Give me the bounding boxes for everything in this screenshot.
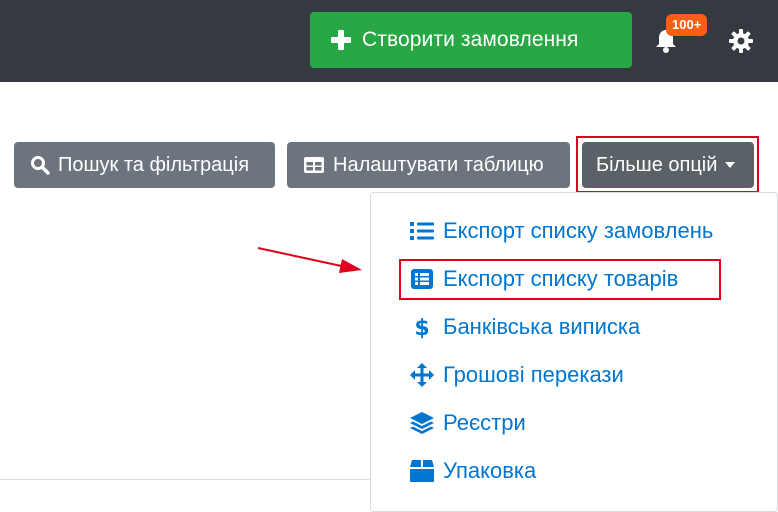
menu-item-label: Упаковка xyxy=(443,458,537,483)
highlight-box-export-goods xyxy=(399,259,721,300)
configure-table-button[interactable]: Налаштувати таблицю xyxy=(287,142,570,188)
menu-item-bank-statement[interactable]: $ Банківська виписка xyxy=(409,310,640,344)
arrows-icon xyxy=(410,363,434,387)
top-navbar: Створити замовлення 100+ xyxy=(0,0,778,82)
create-order-button[interactable]: Створити замовлення xyxy=(310,12,632,68)
search-filter-button[interactable]: Пошук та фільтрація xyxy=(14,142,275,188)
content-divider xyxy=(0,479,370,480)
menu-item-registers[interactable]: Реєстри xyxy=(409,406,526,440)
menu-item-packaging[interactable]: Упаковка xyxy=(409,454,536,488)
dollar-icon: $ xyxy=(414,316,429,340)
menu-item-label: Банківська виписка xyxy=(443,314,641,339)
plus-icon xyxy=(331,30,351,50)
create-order-label: Створити замовлення xyxy=(362,28,579,51)
menu-item-money-transfers[interactable]: Грошові перекази xyxy=(409,358,624,392)
menu-item-label: Реєстри xyxy=(443,410,526,435)
layers-icon xyxy=(410,412,434,434)
menu-item-export-orders[interactable]: Експорт списку замовлень xyxy=(409,214,713,248)
more-options-dropdown: Експорт списку замовлень Експорт списку … xyxy=(370,192,778,512)
configure-table-label: Налаштувати таблицю xyxy=(333,153,544,176)
search-icon xyxy=(31,156,50,175)
svg-text:$: $ xyxy=(414,316,429,340)
box-icon xyxy=(410,460,434,482)
gear-icon[interactable] xyxy=(728,28,754,54)
list-icon xyxy=(410,222,434,240)
table-icon xyxy=(304,157,324,173)
red-arrow-annotation xyxy=(257,247,362,273)
notification-badge: 100+ xyxy=(666,14,708,36)
search-filter-label: Пошук та фільтрація xyxy=(58,153,250,176)
highlight-box-more-options xyxy=(576,136,759,193)
menu-item-label: Грошові перекази xyxy=(443,362,624,387)
menu-item-label: Експорт списку замовлень xyxy=(443,218,714,243)
